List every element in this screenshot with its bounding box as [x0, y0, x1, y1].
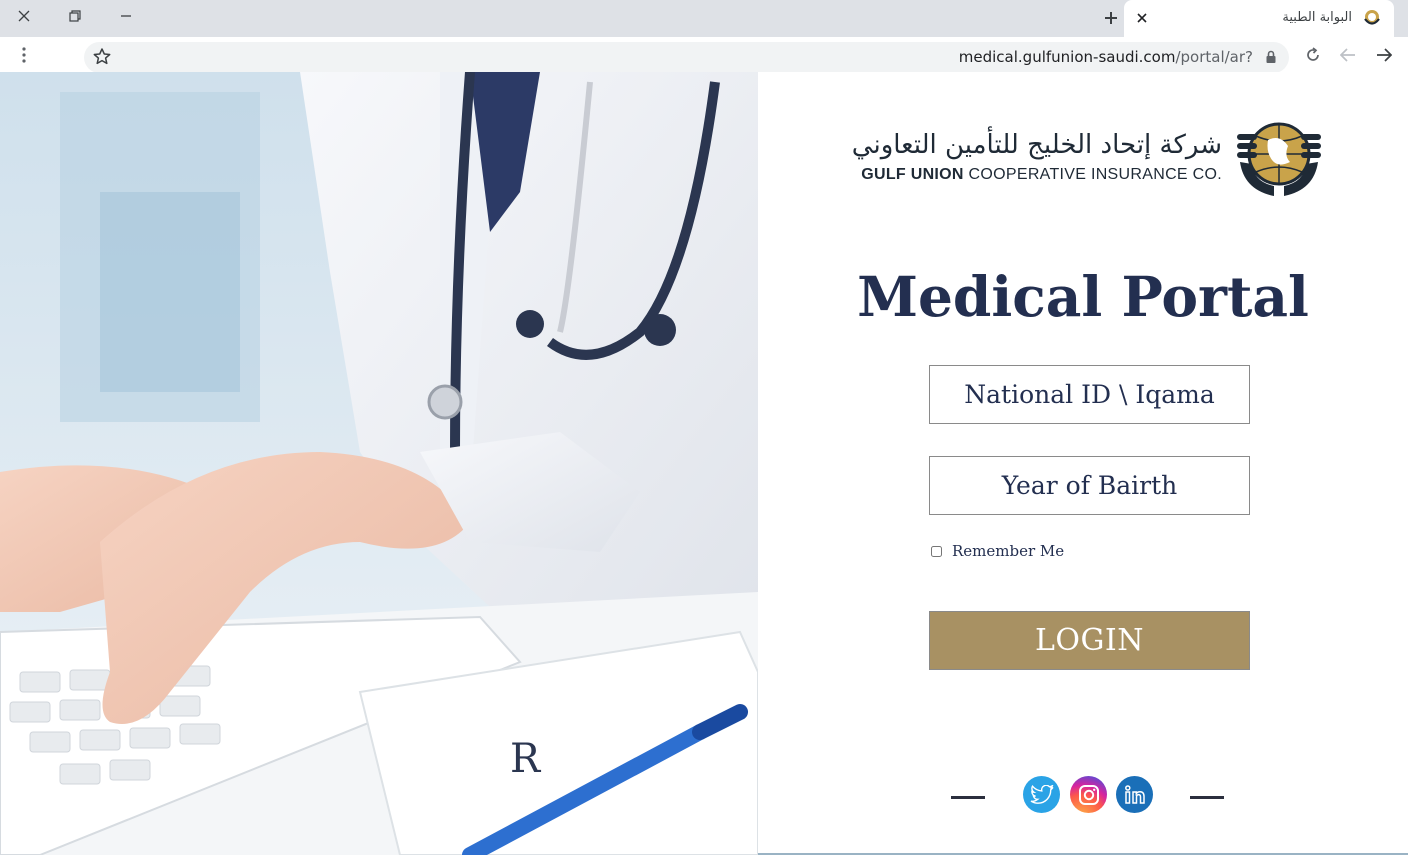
page-title: Medical Portal: [857, 264, 1309, 329]
instagram-icon: [1078, 784, 1099, 805]
logo-english-name: GULF UNION COOPERATIVE INSURANCE CO.: [861, 166, 1222, 184]
login-button[interactable]: LOGIN: [929, 611, 1250, 670]
arrow-left-icon: [1340, 48, 1355, 62]
forward-button[interactable]: [1370, 41, 1398, 69]
national-id-input[interactable]: [929, 365, 1250, 424]
minimize-icon: [121, 15, 131, 17]
plus-icon: [1105, 12, 1117, 24]
url-path: /portal/ar?: [1175, 48, 1253, 66]
hero-image: R: [0, 72, 758, 855]
back-button[interactable]: [1334, 41, 1362, 69]
favicon-icon: [1364, 10, 1380, 25]
new-tab-button[interactable]: [1098, 6, 1124, 30]
instagram-link[interactable]: [1070, 776, 1107, 813]
logo-english-rest: COOPERATIVE INSURANCE CO.: [963, 166, 1222, 183]
login-panel: شركة إتحاد الخليج للتأمين التعاوني GULF …: [758, 72, 1408, 855]
linkedin-link[interactable]: [1116, 776, 1153, 813]
reload-button[interactable]: [1299, 41, 1327, 69]
logo-english-bold: GULF UNION: [861, 166, 964, 183]
page-content: R شركة إتحاد الخليج للتأمين التعاوني GUL…: [0, 72, 1408, 855]
linkedin-icon: [1124, 784, 1145, 804]
reload-icon: [1307, 47, 1319, 61]
tab-title: البوابة الطبية: [1282, 10, 1352, 25]
social-links: [758, 776, 1408, 814]
company-logo: شركة إتحاد الخليج للتأمين التعاوني GULF …: [852, 116, 1324, 200]
divider: [1190, 796, 1224, 799]
address-bar[interactable]: medical.gulfunion-saudi.com/portal/ar?: [84, 42, 1289, 73]
minimize-window-button[interactable]: [112, 4, 140, 28]
arrow-right-icon: [1377, 48, 1392, 62]
close-icon: [1137, 13, 1147, 23]
menu-button[interactable]: [10, 41, 38, 69]
restore-window-button[interactable]: [61, 4, 89, 28]
birth-year-input[interactable]: [929, 456, 1250, 515]
svg-text:R: R: [510, 736, 542, 782]
close-window-button[interactable]: [10, 4, 38, 28]
close-icon: [18, 10, 30, 22]
globe-hands-logo-icon: [1237, 122, 1321, 196]
tab-close-button[interactable]: [1130, 6, 1154, 30]
url-host: medical.gulfunion-saudi.com: [958, 48, 1176, 66]
remember-me[interactable]: Remember Me: [931, 542, 1064, 560]
doctor-typing-illustration: R: [0, 72, 758, 855]
logo-arabic-name: شركة إتحاد الخليج للتأمين التعاوني: [851, 130, 1223, 160]
lock-icon[interactable]: [1265, 50, 1277, 69]
remember-me-checkbox[interactable]: [931, 545, 942, 557]
divider: [951, 796, 985, 799]
tab-strip: البوابة الطبية: [0, 0, 1408, 37]
bookmark-star-icon[interactable]: [92, 47, 112, 72]
twitter-icon: [1030, 784, 1054, 804]
twitter-link[interactable]: [1023, 776, 1060, 813]
active-tab[interactable]: البوابة الطبية: [1124, 0, 1394, 37]
remember-me-label: Remember Me: [952, 542, 1065, 560]
url-text: medical.gulfunion-saudi.com/portal/ar?: [959, 48, 1253, 66]
restore-icon: [69, 10, 81, 22]
more-vert-icon: [22, 47, 26, 63]
